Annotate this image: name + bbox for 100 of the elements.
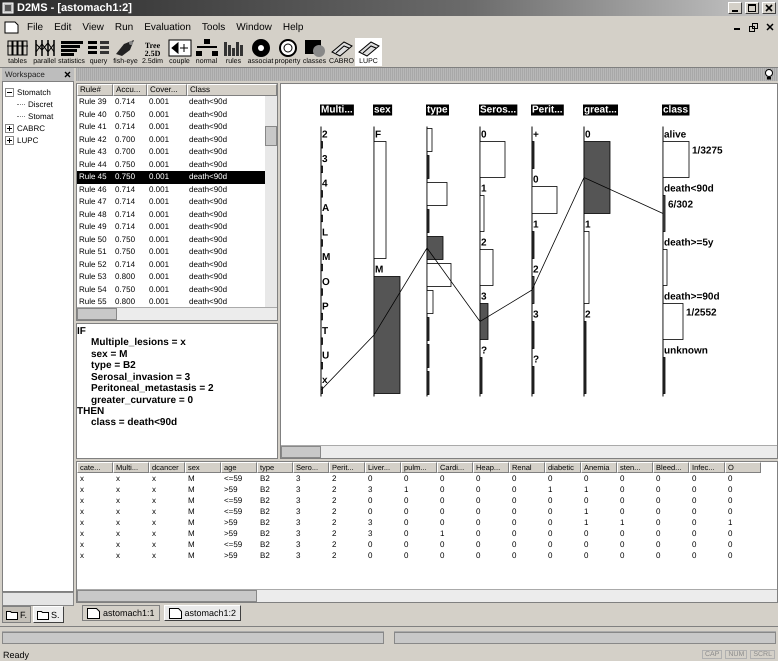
table-row[interactable]: Rule 39 0.714 0.001 death<90d [77,96,265,108]
table-cell-text: 0 [583,473,590,484]
table-row[interactable]: Rule 41 0.714 0.001 death<90d [77,121,265,134]
close-icon[interactable] [766,23,774,31]
table-cell-text: 3 [295,517,302,528]
table-cell-text: B2 [259,506,271,517]
table-cell-text: 0 [727,473,734,484]
horizontal-scrollbar[interactable] [281,445,777,458]
table-row[interactable]: Rule 43 0.700 0.001 death<90d [77,146,265,158]
folder-icon [37,609,50,620]
table-cell-text: 0 [439,484,446,495]
table-row[interactable]: Rule 52 0.714 0.001 death<90d [77,258,265,271]
table-cell-text: 0 [475,517,482,528]
table-cell-text: 0 [655,495,662,506]
menu-item[interactable]: Evaluation [143,20,192,34]
panel-title: Workspace [5,70,45,79]
axis-label: 4 [322,178,328,190]
folder-icon [6,609,18,620]
restore-icon[interactable] [749,22,758,32]
table-row[interactable]: Rule 48 0.714 0.001 death<90d [77,208,265,221]
horizontal-scrollbar[interactable] [77,589,777,602]
table-cell-text: B2 [259,517,271,528]
tree-item[interactable]: Stomatch [17,88,51,96]
table-row[interactable]: Rule 47 0.714 0.001 death<90d [77,196,265,208]
table-row[interactable]: Rule 42 0.700 0.001 death<90d [77,134,265,146]
axis-title[interactable]: Perit... [532,104,563,116]
table-cell-text: B2 [259,495,271,506]
maximize-button[interactable] [745,2,759,14]
document-icon [4,20,20,34]
table-cell-text: 0 [403,473,410,484]
menu-item[interactable]: File [26,20,44,34]
vertical-scrollbar[interactable] [265,96,277,307]
table-cell-text: 0 [691,528,698,539]
table-cell-text: 1 [619,517,626,528]
table-cell-text: 0 [367,539,374,550]
column-header[interactable]: Accu... [113,84,147,96]
document-tab[interactable]: astomach1:1 [82,605,160,621]
menu-item[interactable]: Tools [200,20,226,34]
document-tab[interactable]: astomach1:2 [164,605,242,621]
menu-item[interactable]: Run [114,20,134,34]
table-row[interactable]: Rule 46 0.714 0.001 death<90d [77,184,265,196]
menu-item[interactable]: Edit [53,20,72,34]
table-cell-text: 0 [727,495,734,506]
tree-item[interactable]: LUPC [17,136,38,144]
axis-title[interactable]: class [663,104,688,116]
lightbulb-icon[interactable] [764,69,774,80]
table-cell-text: 0 [439,495,446,506]
axis-title[interactable]: Multi... [321,104,353,116]
table-cell-text: 3 [295,506,302,517]
expand-icon[interactable] [5,124,14,132]
table-cell-text: 1 [403,484,410,495]
panel-tab[interactable]: S. [33,606,64,623]
table-row[interactable]: Rule 55 0.800 0.001 death<90d [77,296,265,308]
tree-item[interactable]: Stomat [28,112,54,120]
table-row[interactable]: Rule 51 0.750 0.001 death<90d [77,246,265,258]
axis-title[interactable]: great... [584,104,617,116]
minimize-button[interactable] [728,2,742,14]
column-header[interactable]: Class [187,84,277,96]
axis-title[interactable]: type [427,104,448,116]
menu-item[interactable]: View [81,20,105,34]
axis-label: 1 [533,220,539,230]
column-header[interactable]: Cover... [147,84,187,96]
column-header[interactable]: Rule# [77,84,113,96]
close-button[interactable] [762,2,776,14]
axis-title[interactable]: sex [374,104,391,116]
table-row[interactable]: Rule 49 0.714 0.001 death<90d [77,221,265,234]
collapse-icon[interactable] [5,88,14,96]
table-cell-text: 0 [619,539,626,550]
horizontal-scrollbar[interactable] [77,307,277,320]
table-cell-text: 0 [367,550,374,561]
expand-icon[interactable] [5,136,14,144]
tree-item[interactable]: CABRC [17,124,46,132]
panel-tab[interactable]: F. [2,606,32,623]
table-row[interactable]: Rule 53 0.800 0.001 death<90d [77,271,265,284]
menu-item[interactable]: Help [282,20,304,34]
table-cell-text: 2 [331,495,338,506]
axis-label: x [322,374,328,386]
table-row[interactable]: Rule 44 0.750 0.001 death<90d [77,158,265,171]
table-cell-text: 0 [475,473,482,484]
table-cell-text: 0 [439,473,446,484]
close-icon[interactable] [64,71,71,78]
table-row[interactable]: Rule 40 0.750 0.001 death<90d [77,108,265,121]
tree-item[interactable]: Discret [28,100,53,108]
horizontal-scrollbar[interactable] [2,592,74,606]
table-cell-text: 0 [583,550,590,561]
table-cell-text: 0 [727,539,734,550]
table-cell-text: 3 [367,517,374,528]
bars-icon [60,38,84,58]
table-row[interactable]: Rule 54 0.750 0.001 death<90d [77,284,265,296]
table-cell-text: 1 [439,528,446,539]
table-row[interactable]: Rule 45 0.750 0.001 death<90d [77,171,265,184]
table-cell-text: <=59 [223,495,244,506]
axis-label: 3 [481,292,487,302]
horizontal-scrollbar[interactable] [394,631,776,644]
horizontal-scrollbar[interactable] [2,631,384,644]
close-icon [765,4,773,12]
table-row[interactable]: Rule 50 0.750 0.001 death<90d [77,234,265,246]
menu-item[interactable]: Window [235,20,273,34]
axis-title[interactable]: Seros... [480,104,516,116]
table-cell-text: 2 [331,506,338,517]
